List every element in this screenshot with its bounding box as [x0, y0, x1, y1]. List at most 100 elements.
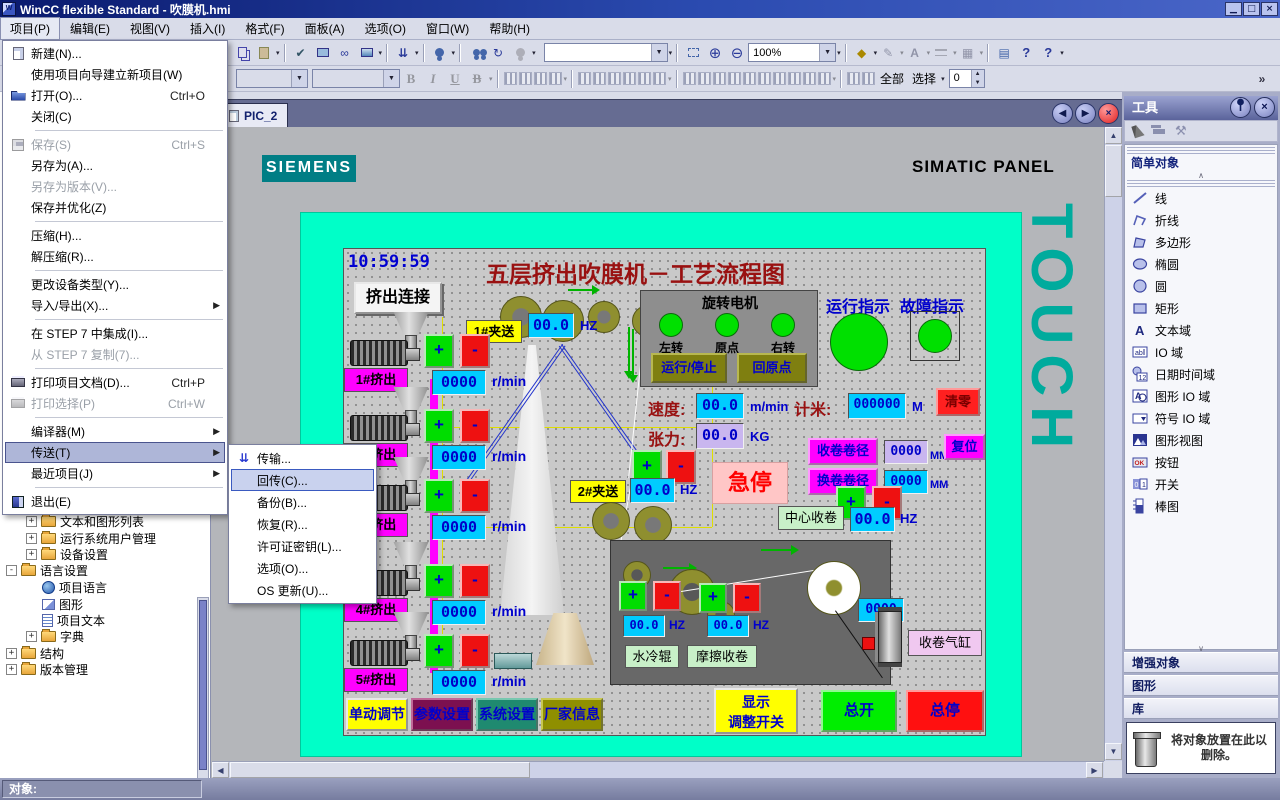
menu-faceplates[interactable]: 面板(A)	[295, 17, 355, 40]
copy-icon[interactable]	[232, 43, 252, 63]
params-button[interactable]: 参数设置	[411, 698, 473, 731]
menu-item-import-export[interactable]: 导入/导出(X)... ▶	[5, 295, 225, 316]
bring-forward-icon[interactable]	[533, 72, 547, 85]
find-icon[interactable]: ∞	[335, 43, 355, 63]
section-enhanced-objects[interactable]: 增强对象	[1124, 652, 1278, 673]
menu-edit[interactable]: 编辑(E)	[60, 17, 120, 40]
user-admin-icon[interactable]	[430, 43, 450, 63]
menu-item-copy-from-step7[interactable]: 从 STEP 7 复制(7)...	[5, 344, 225, 365]
menu-item-integrate-step7[interactable]: 在 STEP 7 中集成(I)...	[5, 323, 225, 344]
menu-item-recent-projects[interactable]: 最近项目(J) ▶	[5, 463, 225, 484]
section-library[interactable]: 库	[1124, 698, 1278, 719]
menu-item-archive[interactable]: 压缩(H)...	[5, 225, 225, 246]
align-dropdown-icon[interactable]: ▾	[833, 75, 837, 83]
tool-polyline[interactable]: 折线	[1125, 209, 1277, 231]
extruder5-minus-button[interactable]: -	[460, 634, 490, 668]
tools-close-icon[interactable]: ×	[1254, 97, 1275, 118]
expand-icon[interactable]: +	[26, 532, 37, 544]
user-sync-dropdown-icon[interactable]: ▾	[532, 49, 536, 57]
horizontal-scroll-thumb[interactable]	[230, 762, 530, 778]
zoom-out-icon[interactable]: ⊖	[727, 43, 747, 63]
submenu-item-restore[interactable]: 恢复(R)...	[231, 513, 374, 535]
font-color-dropdown-icon[interactable]: ▾	[927, 49, 931, 57]
menu-options[interactable]: 选项(O)	[355, 17, 416, 40]
stamp-icon[interactable]	[1153, 128, 1165, 134]
border-style-dropdown-icon[interactable]: ▾	[980, 49, 984, 57]
tree-item-dictionaries[interactable]: + 字典	[26, 628, 84, 644]
wrench-hammer-icon[interactable]: ⚒	[1175, 123, 1187, 139]
pin-icon[interactable]	[1230, 97, 1251, 118]
tool-graphic-io-field[interactable]: A 图形 IO 域	[1125, 385, 1277, 407]
generate-icon[interactable]	[313, 43, 333, 63]
tool-polygon[interactable]: 多边形	[1125, 231, 1277, 253]
flip-vertical-icon[interactable]	[593, 72, 607, 85]
scroll-down-icon[interactable]: ▼	[1105, 743, 1122, 760]
collapse-icon[interactable]: -	[6, 564, 17, 576]
strike-icon[interactable]: B	[467, 69, 487, 89]
tool-text-field[interactable]: A 文本域	[1125, 319, 1277, 341]
expand-icon[interactable]: +	[26, 548, 37, 560]
fill-color-icon[interactable]: ◆	[852, 43, 872, 63]
expand-icon[interactable]: +	[6, 663, 17, 675]
tree-scrollbar[interactable]	[197, 597, 209, 787]
line-style-icon[interactable]	[931, 43, 951, 63]
minimize-button[interactable]: ▁	[1225, 2, 1242, 16]
bold-icon[interactable]: B	[401, 69, 421, 89]
water-roll-io-field[interactable]: 00.0	[623, 615, 665, 637]
menu-item-change-device-type[interactable]: 更改设备类型(Y)...	[5, 274, 225, 295]
tree-item-version-management[interactable]: + 版本管理	[6, 661, 88, 677]
menu-item-new-wizard[interactable]: 使用项目向导建立新项目(W)	[5, 64, 225, 85]
menu-insert[interactable]: 插入(I)	[180, 17, 235, 40]
group-icon[interactable]	[847, 72, 861, 85]
rotate-left-icon[interactable]	[608, 72, 622, 85]
menu-item-transfer[interactable]: 传送(T) ▶	[5, 442, 225, 463]
vertical-scroll-thumb[interactable]	[1105, 145, 1122, 197]
tool-button[interactable]: OK 按钮	[1125, 451, 1277, 473]
download-dropdown-icon[interactable]: ▾	[415, 49, 419, 57]
clear-meter-button[interactable]: 清零	[936, 388, 980, 416]
extruder2-minus-button[interactable]: -	[460, 409, 490, 443]
master-stop-button[interactable]: 总停	[906, 690, 984, 732]
restore-button[interactable]: □	[1243, 2, 1260, 16]
tool-bar-graph[interactable]: 棒图	[1125, 495, 1277, 517]
extruder4-minus-button[interactable]: -	[460, 564, 490, 598]
menu-item-print-project-doc[interactable]: 打印项目文档(D)... Ctrl+P	[5, 372, 225, 393]
tool-line[interactable]: 线	[1125, 187, 1277, 209]
rotate-dropdown-icon[interactable]: ▾	[668, 75, 672, 83]
font-color-icon[interactable]: A	[905, 43, 925, 63]
menu-project[interactable]: 项目(P)	[0, 17, 60, 40]
extruder4-plus-button[interactable]: +	[424, 564, 454, 598]
pen-dropdown-icon[interactable]: ▾	[900, 49, 904, 57]
align-bottom-icon[interactable]	[757, 72, 771, 85]
underline-icon[interactable]: U	[445, 69, 465, 89]
expand-icon[interactable]: +	[26, 515, 37, 527]
wind-diameter-button[interactable]: 收卷卷径	[808, 438, 878, 465]
transfer-icon[interactable]	[357, 43, 377, 63]
align-center-icon[interactable]	[697, 72, 711, 85]
menu-help[interactable]: 帮助(H)	[479, 17, 540, 40]
paste-dropdown-icon[interactable]: ▾	[276, 49, 280, 57]
expand-icon[interactable]: +	[6, 647, 17, 659]
friction-plus-button[interactable]: +	[699, 583, 727, 613]
fill-dropdown-icon[interactable]: ▾	[874, 49, 878, 57]
user-dropdown-icon[interactable]: ▾	[452, 49, 456, 57]
tension-io-field[interactable]: 00.0	[696, 423, 744, 449]
layer-select-label[interactable]: 选择	[909, 69, 939, 89]
same-width-icon[interactable]	[802, 72, 816, 85]
menu-window[interactable]: 窗口(W)	[416, 17, 479, 40]
send-back-icon[interactable]	[518, 72, 532, 85]
select-cursor-icon[interactable]	[1131, 123, 1145, 139]
object-combobox[interactable]: ▼	[543, 43, 668, 62]
meter-io-field[interactable]: 000000	[848, 393, 906, 419]
estop-button[interactable]: 急停	[712, 462, 788, 504]
help-book-icon[interactable]: ▤	[994, 43, 1014, 63]
tool-rectangle[interactable]: 矩形	[1125, 297, 1277, 319]
layer-dropdown-icon[interactable]: ▾	[941, 75, 945, 83]
zoom-in-icon[interactable]: ⊕	[705, 43, 725, 63]
extrude-connect-button[interactable]: 挤出连接	[354, 282, 442, 314]
menu-item-save[interactable]: 保存(S) Ctrl+S	[5, 134, 225, 155]
zoom-level-combobox[interactable]: 100% ▼	[748, 43, 837, 62]
extruder3-io-field[interactable]: 0000	[432, 515, 486, 540]
submenu-item-options[interactable]: 选项(O)...	[231, 557, 374, 579]
collapse-chevron-icon[interactable]: ∧	[1125, 172, 1277, 180]
